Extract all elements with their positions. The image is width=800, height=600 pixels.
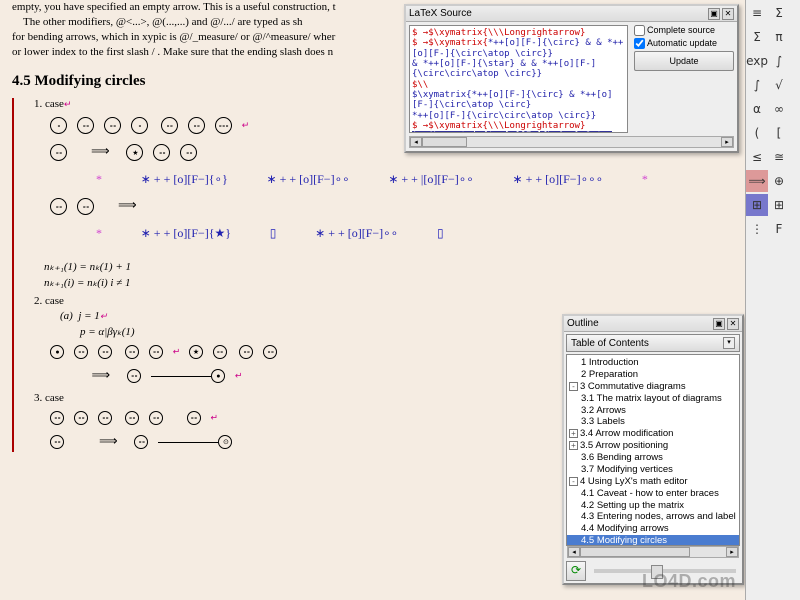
math-toolbar: ≡Σexp∫α(≤⟹⊞⋮ Σπ∫√∞[≅⊕⊞F (745, 0, 800, 600)
outline-item[interactable]: 3.7 Modifying vertices (567, 464, 739, 476)
outline-item[interactable]: 2 Preparation (567, 369, 739, 381)
toc-selector[interactable]: Table of Contents ▾ (566, 334, 740, 352)
toolbar-button[interactable]: ∫ (768, 50, 790, 72)
toolbar-button[interactable]: ⊞ (746, 194, 768, 216)
toolbar-button[interactable]: ≅ (768, 146, 790, 168)
outline-item[interactable]: -3 Commutative diagrams (567, 381, 739, 393)
close-icon[interactable]: ✕ (722, 8, 734, 20)
refresh-button[interactable]: ⟳ (566, 561, 586, 581)
toolbar-button[interactable]: Σ (746, 26, 768, 48)
outline-item[interactable]: 4.3 Entering nodes, arrows and label (567, 511, 739, 523)
latex-source-panel[interactable]: LaTeX Source ▣ ✕ $ →$\xymatrix{\\\Longri… (404, 4, 739, 153)
latex-code-box[interactable]: $ →$\xymatrix{\\\Longrightarrow} $ →$\xy… (409, 25, 628, 133)
toolbar-button[interactable]: ( (746, 122, 768, 144)
outline-item[interactable]: 4.5 Modifying circles (567, 535, 739, 546)
toolbar-button[interactable]: ⟹ (746, 170, 768, 192)
horizontal-scrollbar[interactable]: ◂▸ (409, 136, 734, 148)
horizontal-scrollbar[interactable]: ◂▸ (567, 546, 739, 558)
equation: nₖ₊₁(1) = nₖ(1) + 1 (44, 260, 733, 273)
outline-item[interactable]: +3.5 Arrow positioning (567, 440, 739, 452)
toolbar-button[interactable]: exp (746, 50, 768, 72)
toolbar-button[interactable]: α (746, 98, 768, 120)
update-button[interactable]: Update (634, 51, 734, 71)
panel-titlebar[interactable]: Outline ▣ ✕ (564, 316, 742, 332)
toolbar-button[interactable]: π (768, 26, 790, 48)
outline-item[interactable]: +3.4 Arrow modification (567, 428, 739, 440)
circle-row: ∘∘∘∘⟹ (50, 195, 733, 218)
toolbar-button[interactable]: Σ (768, 2, 790, 24)
toolbar-button[interactable]: ≡ (746, 2, 768, 24)
equation: nₖ₊₁(i) = nₖ(i) i ≠ 1 (44, 276, 733, 289)
outline-item[interactable]: 1 Introduction (567, 357, 739, 369)
panel-title: Outline (567, 318, 599, 329)
toolbar-button[interactable]: [ (768, 122, 790, 144)
outline-item[interactable]: 3.1 The matrix layout of diagrams (567, 393, 739, 405)
panel-title: LaTeX Source (409, 8, 472, 19)
formula-row: * ∗ + + [o][F−]{★} ▯ ∗ + + [o][F−]∘∘ ▯ (96, 226, 733, 241)
complete-source-checkbox[interactable]: Complete source (634, 25, 734, 36)
outline-item[interactable]: 3.6 Bending arrows (567, 452, 739, 464)
toolbar-button[interactable]: ⋮ (746, 218, 768, 240)
toolbar-button[interactable]: ⊞ (768, 194, 790, 216)
chevron-down-icon[interactable]: ▾ (723, 337, 735, 349)
toolbar-button[interactable]: ≤ (746, 146, 768, 168)
toolbar-button[interactable]: F (768, 218, 790, 240)
panel-titlebar[interactable]: LaTeX Source ▣ ✕ (406, 6, 737, 22)
outline-item[interactable]: -4 Using LyX's math editor (567, 476, 739, 488)
outline-item[interactable]: 3.2 Arrows (567, 405, 739, 417)
watermark: LO4D.com (642, 571, 736, 592)
undock-icon[interactable]: ▣ (713, 318, 725, 330)
toolbar-button[interactable]: ∞ (768, 98, 790, 120)
outline-item[interactable]: 4.2 Setting up the matrix (567, 500, 739, 512)
outline-item[interactable]: 4.1 Caveat - how to enter braces (567, 488, 739, 500)
toolbar-button[interactable]: ⊕ (768, 170, 790, 192)
outline-panel[interactable]: Outline ▣ ✕ Table of Contents ▾ 1 Introd… (562, 314, 744, 585)
close-icon[interactable]: ✕ (727, 318, 739, 330)
toolbar-button[interactable]: ∫ (746, 74, 768, 96)
undock-icon[interactable]: ▣ (708, 8, 720, 20)
formula-row: * ∗ + + [o][F−]{∘} ∗ + + [o][F−]∘∘ ∗ + +… (96, 172, 733, 187)
outline-tree[interactable]: 1 Introduction2 Preparation-3 Commutativ… (566, 354, 740, 546)
toolbar-button[interactable]: √ (768, 74, 790, 96)
list-item: 2. case (34, 295, 733, 307)
outline-item[interactable]: 3.3 Labels (567, 416, 739, 428)
outline-item[interactable]: 4.4 Modifying arrows (567, 523, 739, 535)
auto-update-checkbox[interactable]: Automatic update (634, 38, 734, 49)
